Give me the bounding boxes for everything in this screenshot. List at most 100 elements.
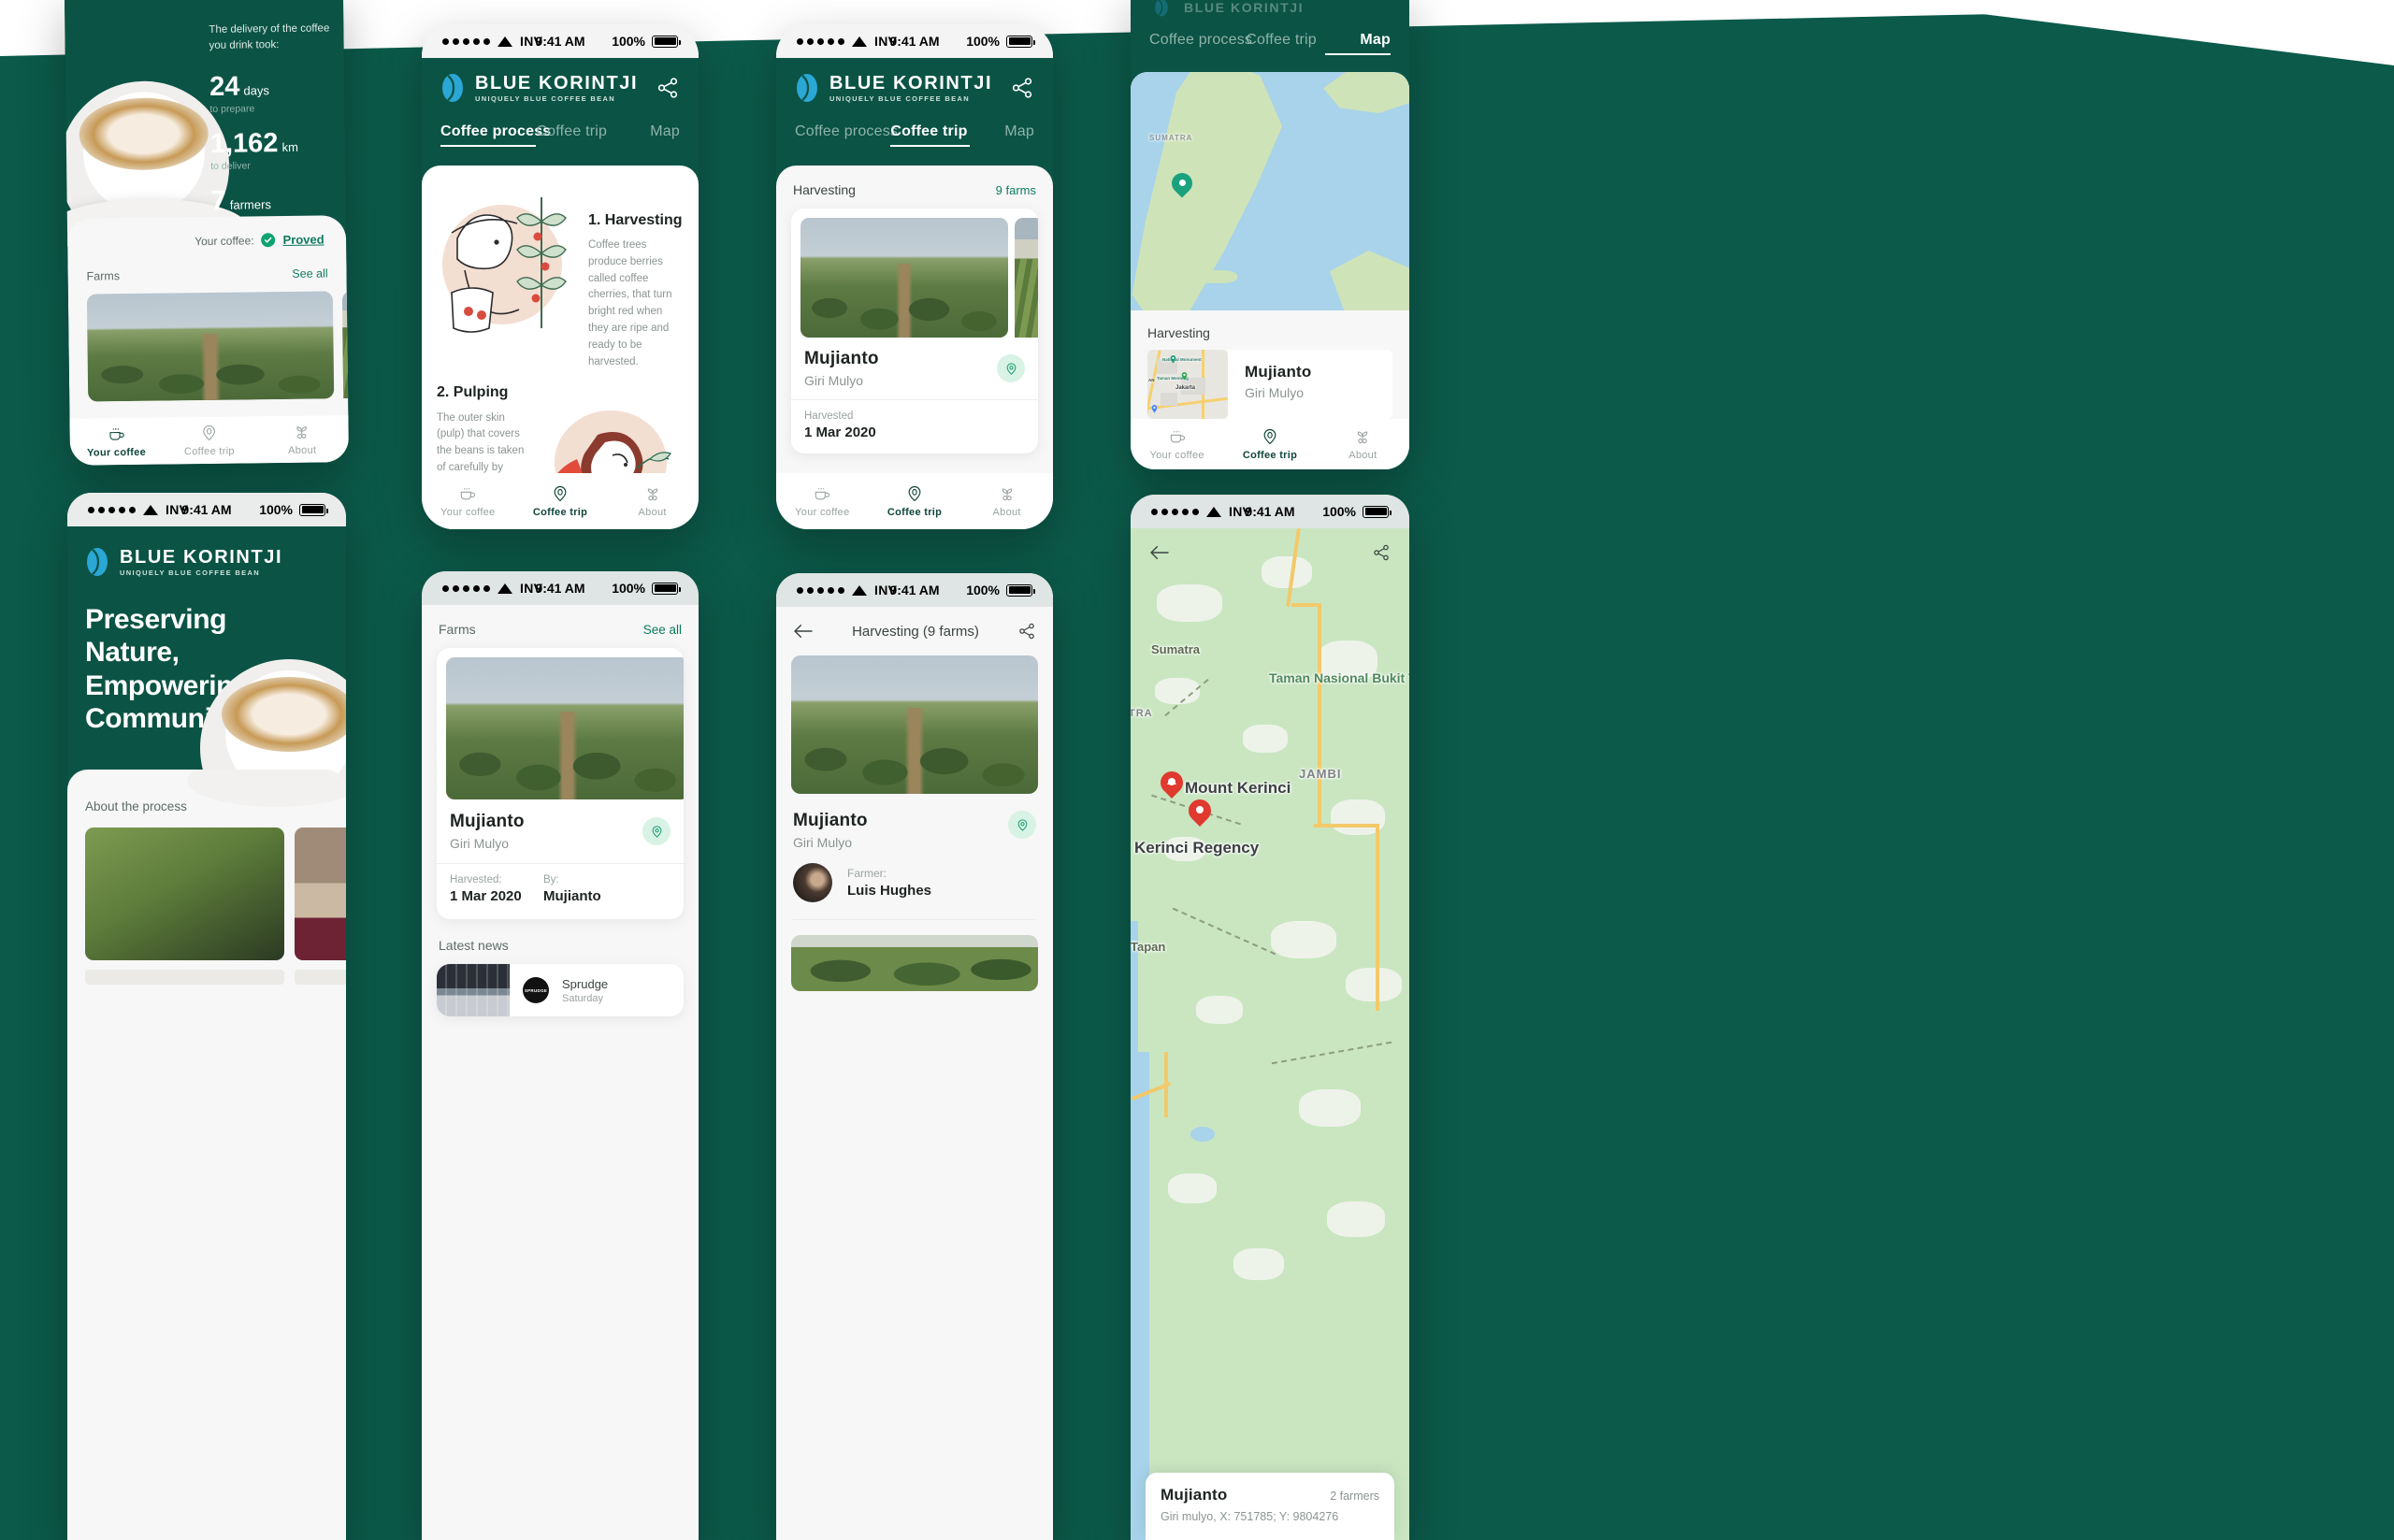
news-day: Saturday [562,992,604,1004]
farm-photo[interactable] [791,935,1038,991]
battery-icon [1006,583,1035,597]
map-park-label: Taman Nasional Bukit Tigapuluh [1269,670,1409,685]
map-terrain-patch [1243,725,1288,753]
location-pin-icon [652,825,661,838]
nav-about[interactable]: About [1317,427,1409,461]
battery-percent: 100% [612,581,645,596]
map-label-mount-kerinci: Mount Kerinci [1185,779,1291,797]
map-pin-button[interactable] [642,817,671,845]
farm-card[interactable]: Mujianto Giri Mulyo Harvested 1 Mar 2020 [791,209,1038,453]
farm-photo[interactable] [446,657,684,799]
farm-name: Mujianto [804,349,879,368]
map-marker-mount-kerinci[interactable] [1161,771,1183,801]
farm-photo-strip[interactable] [437,648,684,799]
leaf-icon [1002,488,1012,501]
news-card[interactable]: SPRUDGE Sprudge Saturday [437,964,684,1016]
back-arrow-icon[interactable] [793,623,814,640]
tab-coffee-process[interactable]: Coffee process [1149,32,1252,55]
nav-label: Your coffee [440,507,496,518]
see-all-link[interactable]: See all [643,623,682,637]
detail-content[interactable]: Harvesting (9 farms) Mujianto Giri Mulyo [776,607,1053,1540]
farm-location: Giri Mulyo [804,373,864,388]
nav-your-coffee[interactable]: Your coffee [422,484,514,518]
brand-name: BLUE KORINTJI [120,546,283,568]
nav-coffee-trip[interactable]: Coffee trip [869,484,961,518]
coffee-cup-icon [461,487,476,500]
tab-coffee-trip[interactable]: Coffee trip [536,123,614,147]
nav-coffee-trip[interactable]: Coffee trip [163,423,256,457]
battery-icon [1006,35,1035,48]
harvesting-section-header: Harvesting 9 farms [776,166,1053,197]
map-pin-button[interactable] [997,354,1025,382]
farm-photo[interactable] [1015,218,1038,338]
farm-hero-photo[interactable] [791,655,1038,794]
farm-card[interactable]: Mujianto Giri Mulyo Harvested: 1 Mar 202… [437,648,684,919]
tab-coffee-process[interactable]: Coffee process [440,123,551,147]
map-lake [1190,1127,1215,1142]
about-photo[interactable] [85,828,284,960]
wifi-icon [498,36,512,47]
brand-logo[interactable]: BLUE KORINTJI UNIQUELY BLUE COFFEE BEAN [795,73,992,103]
map-pin-button[interactable] [1008,811,1036,839]
tab-map[interactable]: Map [1325,32,1391,55]
map-marker-kerinci-regency[interactable] [1189,799,1211,829]
nav-about[interactable]: About [606,484,699,518]
farm-name: Mujianto [450,812,525,831]
farm-photo[interactable] [800,218,1008,338]
signal-dots-icon [1151,508,1199,515]
nav-your-coffee[interactable]: Your coffee [776,484,869,518]
tab-coffee-process[interactable]: Coffee process [795,123,898,147]
by-meta: By: Mujianto [543,874,601,904]
map-area[interactable]: SUMATRA Harvesting National Monument Tam… [1131,55,1409,469]
farm-photo[interactable] [86,291,335,402]
status-bar: INV 9:41 AM 100% [422,571,699,605]
brand-logo[interactable]: BLUE KORINTJI [1149,0,1304,17]
coffee-status-value[interactable]: Proved [282,232,324,247]
page-title: Harvesting (9 farms) [852,623,979,640]
farm-map-thumbnail[interactable]: National Monument Taman Menteng Jakarta … [1147,350,1228,419]
delivery-intro: The delivery of the coffee you drink too… [209,22,330,51]
screen-map-detail: INV 9:41 AM 100% Sumatra TRA Taman Nasio… [1131,495,1409,1540]
farm-row-card[interactable]: National Monument Taman Menteng Jakarta … [1147,350,1392,419]
nav-coffee-trip[interactable]: Coffee trip [1223,427,1316,461]
nav-coffee-trip[interactable]: Coffee trip [514,484,607,518]
tab-coffee-trip[interactable]: Coffee trip [890,123,971,147]
nav-your-coffee[interactable]: Your coffee [70,425,164,459]
brand-logo[interactable]: BLUE KORINTJI UNIQUELY BLUE COFFEE BEAN [67,526,346,577]
news-meta: Sprudge Saturday [562,977,608,1004]
nav-label: About [288,444,317,456]
share-icon[interactable] [656,76,680,100]
farms-content[interactable]: Farms See all Mujianto Giri Mulyo Harves… [422,605,699,1540]
farm-photo-strip[interactable] [68,280,349,402]
tab-map[interactable]: Map [970,123,1034,147]
brand-logo[interactable]: BLUE KORINTJI UNIQUELY BLUE COFFEE BEAN [440,73,638,103]
tab-map[interactable]: Map [615,123,680,147]
map-terrain-patch [1271,921,1336,958]
about-photo-strip[interactable] [85,828,346,960]
back-arrow-icon[interactable] [1149,544,1170,561]
coffee-status-row: Your coffee: Proved [67,215,346,250]
share-icon[interactable] [1372,543,1391,562]
process-scroll-area[interactable]: 1. Harvesting Coffee trees produce berri… [422,147,699,529]
stat-unit: km [281,140,298,155]
clock: 9:41 AM [889,583,940,597]
farm-title-row: Mujianto Giri Mulyo [776,794,1053,850]
trip-scroll-area[interactable]: Harvesting 9 farms Mujianto Giri Mulyo H… [776,147,1053,529]
map-info-card[interactable]: Mujianto 2 farmers Giri mulyo, X: 751785… [1146,1473,1394,1540]
map-marker[interactable] [1172,173,1192,199]
nav-about[interactable]: About [255,422,349,456]
nav-your-coffee[interactable]: Your coffee [1131,427,1223,461]
about-photo[interactable] [295,828,346,960]
brand-name: BLUE KORINTJI [475,72,639,94]
farm-photo-strip[interactable] [791,209,1038,338]
share-icon[interactable] [1010,76,1034,100]
see-all-link[interactable]: See all [292,266,327,280]
battery-icon [1363,505,1392,518]
tab-coffee-trip[interactable]: Coffee trip [1246,32,1325,55]
nav-label: Coffee trip [532,507,588,518]
region-map[interactable]: SUMATRA [1131,72,1409,310]
detail-map[interactable]: Sumatra TRA Taman Nasional Bukit Tigapul… [1131,528,1409,1540]
nav-about[interactable]: About [960,484,1053,518]
share-icon[interactable] [1017,622,1036,640]
leaf-icon [647,488,657,501]
